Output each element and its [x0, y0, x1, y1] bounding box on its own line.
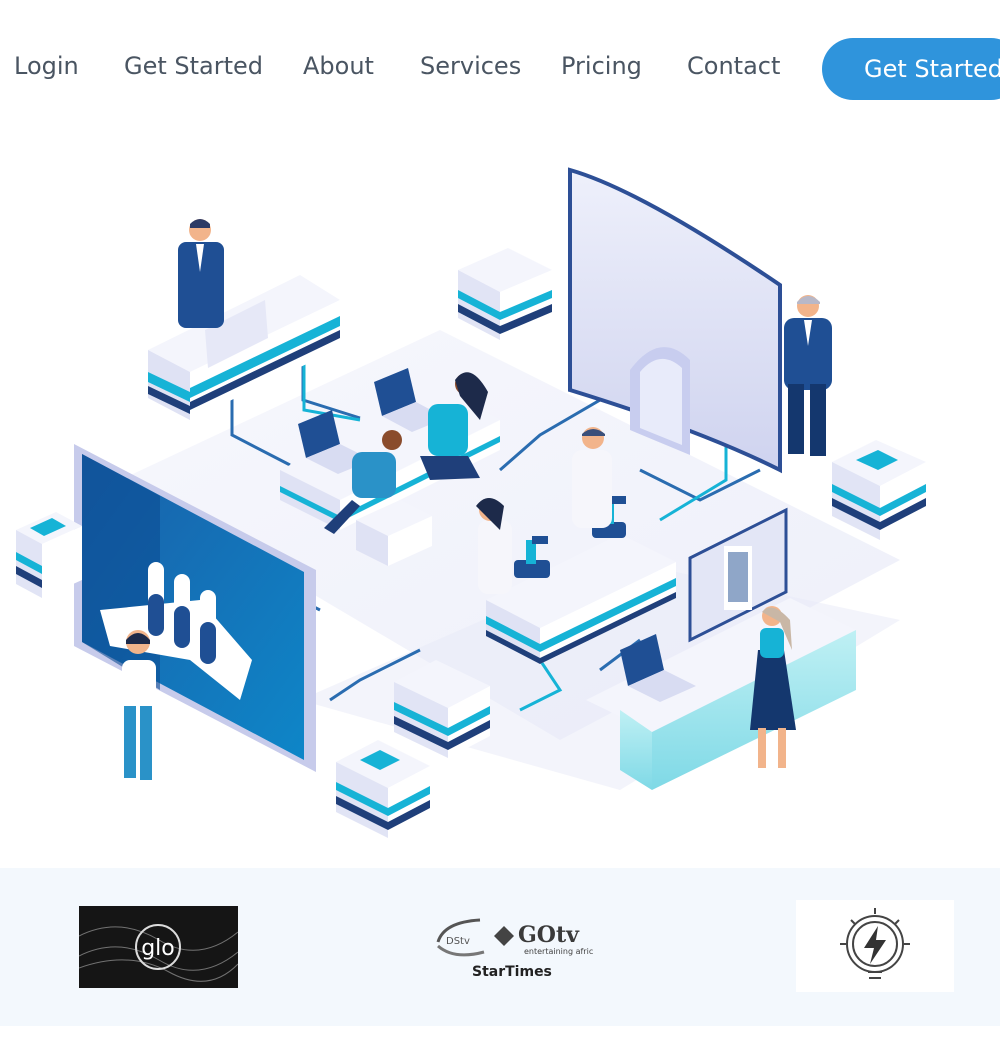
nav-get-started-link[interactable]: Get Started	[124, 52, 263, 80]
nav-pricing-link[interactable]: Pricing	[561, 52, 642, 80]
nav-services-link[interactable]: Services	[420, 52, 521, 80]
server-box-bottom	[336, 740, 430, 838]
svg-text:DStv: DStv	[446, 936, 470, 947]
server-box-right	[832, 440, 926, 540]
svg-text:GOtv: GOtv	[518, 922, 580, 948]
hero-illustration	[16, 167, 926, 838]
svg-text:entertaining afric: entertaining afric	[524, 947, 593, 956]
svg-text:StarTimes: StarTimes	[472, 964, 552, 980]
person-reception	[178, 219, 224, 328]
person-right	[784, 295, 832, 456]
nav-contact-link[interactable]: Contact	[687, 52, 780, 80]
dstv-gotv-startimes-logo: DStv GOtv entertaining afric StarTimes	[436, 918, 593, 980]
partner-logos-band: glo DStv GOtv entertaining afric StarTim…	[0, 868, 1000, 1026]
server-box-left	[16, 512, 82, 598]
svg-text:glo: glo	[141, 936, 175, 961]
lightbulb-bolt-logo	[796, 900, 954, 992]
nav-about-link[interactable]: About	[303, 52, 374, 80]
top-navigation: Login Get Started About Services Pricing…	[0, 0, 1000, 140]
get-started-button[interactable]: Get Started	[822, 38, 1000, 100]
server-box-top	[458, 248, 552, 340]
nav-login-link[interactable]: Login	[14, 52, 79, 80]
glo-logo: glo	[79, 906, 238, 988]
